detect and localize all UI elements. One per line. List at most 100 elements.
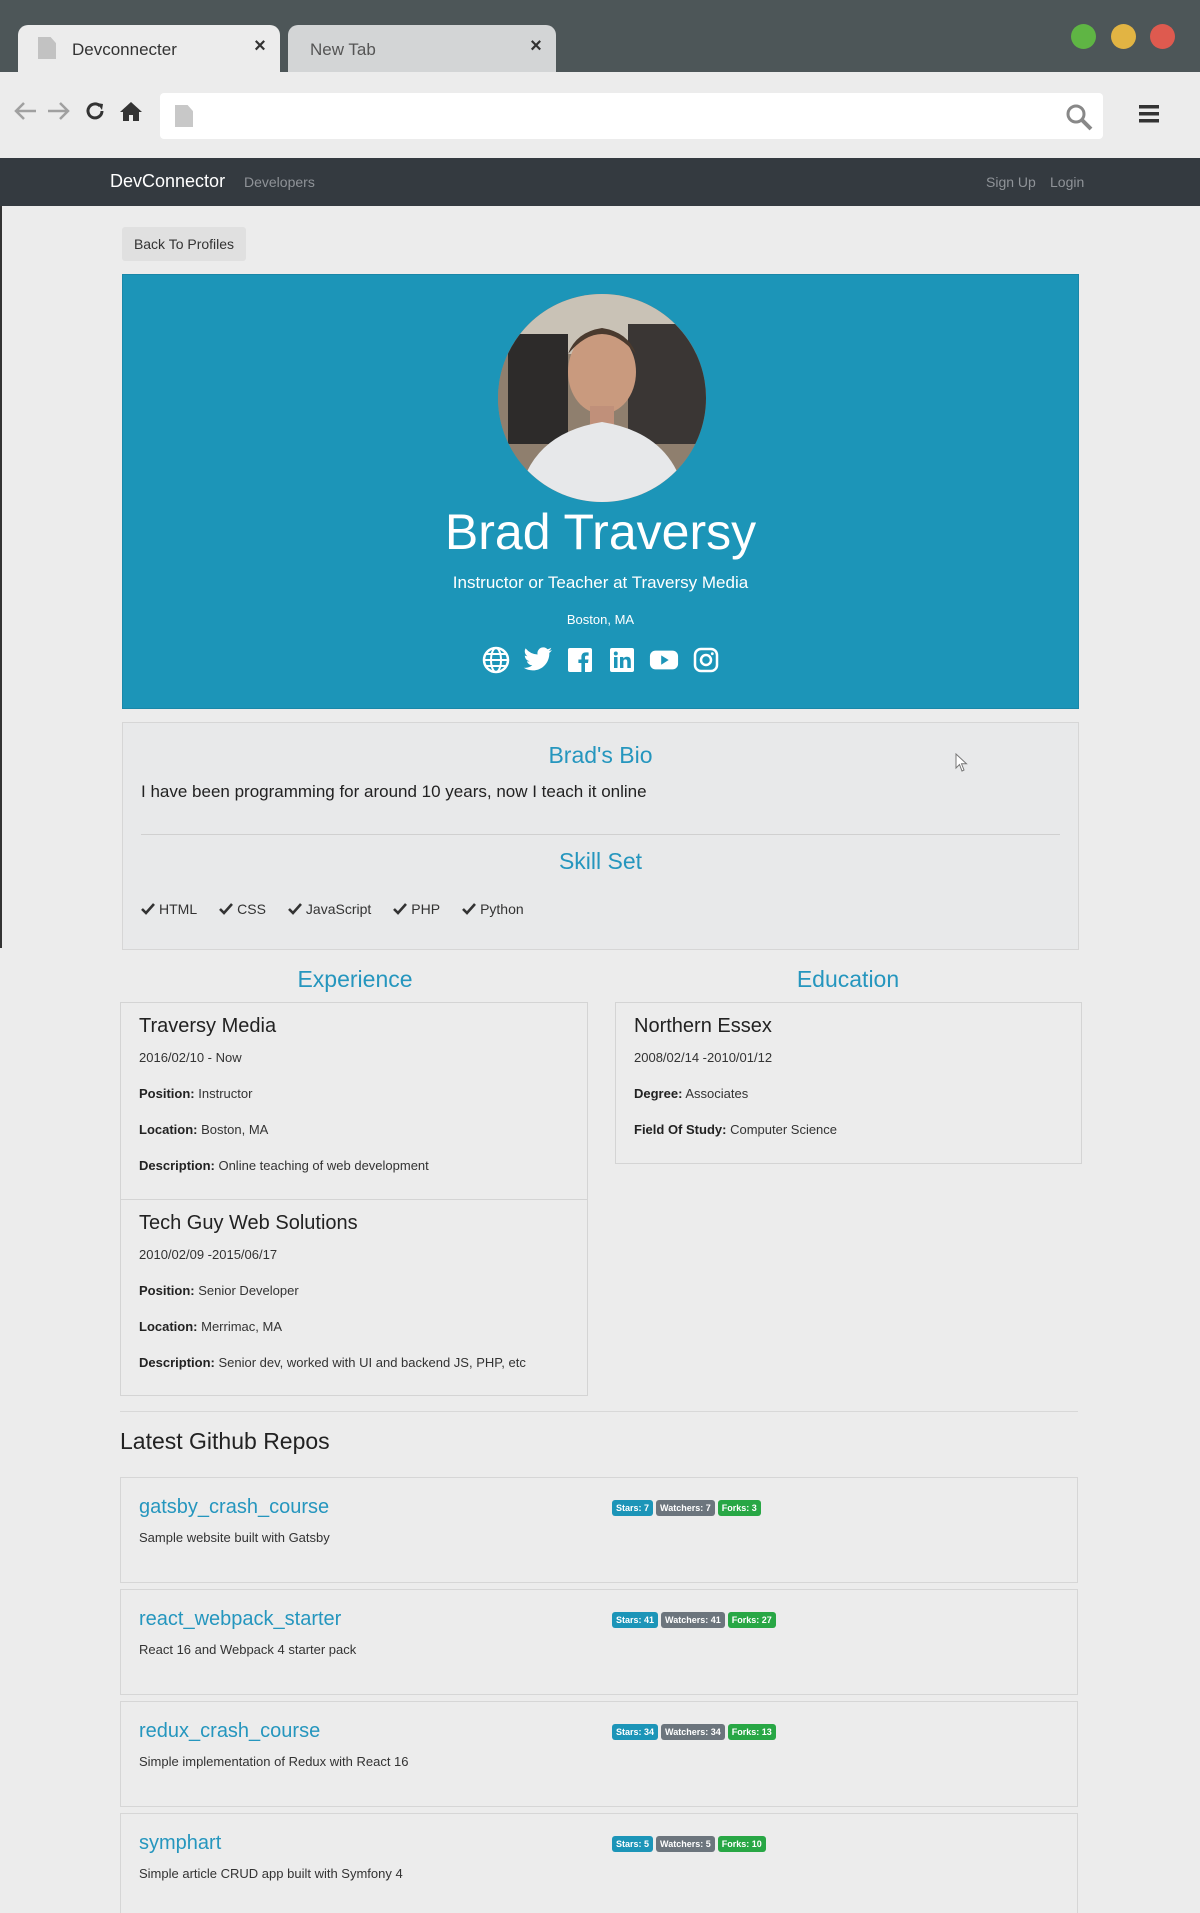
search-button[interactable]	[1065, 103, 1093, 131]
skill-label: HTML	[159, 901, 198, 917]
arrow-left-icon	[14, 102, 36, 120]
education-item: Northern Essex 2008/02/14 -2010/01/12 De…	[634, 1015, 1074, 1158]
skill-item: CSS	[219, 901, 266, 917]
nav-link-login[interactable]: Login	[1050, 174, 1084, 190]
skill-item: Python	[462, 901, 524, 917]
repo-description: React 16 and Webpack 4 starter pack	[139, 1642, 357, 1657]
skill-item: PHP	[393, 901, 440, 917]
search-icon	[1066, 104, 1093, 131]
watchers-badge: Watchers: 7	[656, 1500, 715, 1516]
instagram-link[interactable]	[691, 645, 721, 675]
repo-description: Sample website built with Gatsby	[139, 1530, 330, 1545]
address-bar[interactable]	[160, 93, 1103, 139]
education-card: Northern Essex 2008/02/14 -2010/01/12 De…	[615, 1002, 1082, 1164]
reload-button[interactable]	[80, 96, 110, 126]
facebook-link[interactable]	[565, 645, 595, 675]
skill-label: Python	[480, 901, 524, 917]
url-input[interactable]	[210, 101, 1010, 131]
stars-badge: Stars: 34	[612, 1724, 659, 1740]
tab-new-tab[interactable]: New Tab ×	[288, 25, 556, 72]
back-to-profiles-button[interactable]: Back To Profiles	[122, 227, 246, 261]
experience-item: Tech Guy Web Solutions 2010/02/09 -2015/…	[139, 1212, 579, 1391]
maximize-window-button[interactable]	[1071, 24, 1096, 49]
linkedin-link[interactable]	[607, 645, 637, 675]
divider	[141, 834, 1060, 835]
divider	[121, 1199, 587, 1200]
experience-company: Tech Guy Web Solutions	[139, 1212, 358, 1234]
education-dates: 2008/02/14 -2010/01/12	[634, 1050, 773, 1065]
stars-badge: Stars: 7	[612, 1500, 654, 1516]
nav-link-signup[interactable]: Sign Up	[986, 174, 1036, 190]
tab-title: New Tab	[310, 40, 376, 59]
skill-label: PHP	[411, 901, 441, 917]
experience-item: Traversy Media 2016/02/10 - Now Position…	[139, 1015, 579, 1194]
brand-link[interactable]: DevConnector	[110, 171, 225, 192]
experience-description: Description: Online teaching of web deve…	[139, 1158, 429, 1173]
skill-label: CSS	[237, 901, 266, 917]
watchers-badge: Watchers: 34	[661, 1724, 725, 1740]
social-links	[123, 645, 1078, 675]
experience-location: Location: Boston, MA	[139, 1122, 269, 1137]
repo-description: Simple implementation of Redux with Reac…	[139, 1754, 409, 1769]
arrow-right-icon	[48, 102, 70, 120]
experience-description: Description: Senior dev, worked with UI …	[139, 1355, 526, 1370]
repo-card: react_webpack_starter React 16 and Webpa…	[120, 1589, 1078, 1695]
website-link[interactable]	[481, 645, 511, 675]
profile-header: Brad Traversy Instructor or Teacher at T…	[122, 274, 1079, 709]
bio-heading: Brad's Bio	[548, 742, 653, 768]
facebook-icon	[567, 648, 592, 673]
close-tab-button[interactable]: ×	[250, 36, 270, 56]
forks-badge: Forks: 10	[717, 1836, 766, 1852]
education-heading: Education	[796, 966, 900, 992]
reload-icon	[86, 102, 104, 120]
stars-badge: Stars: 5	[612, 1836, 654, 1852]
skills-heading: Skill Set	[558, 848, 643, 874]
check-icon	[288, 903, 302, 915]
twitter-icon	[523, 647, 552, 671]
page-icon	[175, 105, 193, 127]
browser-menu-button[interactable]	[1137, 102, 1165, 130]
divider	[120, 1411, 1078, 1412]
avatar	[498, 294, 706, 502]
repo-link[interactable]: redux_crash_course	[139, 1720, 320, 1743]
repo-badges: Stars: 7 Watchers: 7 Forks: 3	[612, 1500, 761, 1516]
experience-dates: 2016/02/10 - Now	[139, 1050, 242, 1065]
experience-position: Position: Instructor	[139, 1086, 253, 1101]
home-button[interactable]	[116, 96, 146, 126]
repo-badges: Stars: 5 Watchers: 5 Forks: 10	[612, 1836, 766, 1852]
close-window-button[interactable]	[1150, 24, 1175, 49]
site-navbar: DevConnector Developers Sign Up Login	[0, 158, 1200, 206]
education-school: Northern Essex	[634, 1015, 772, 1037]
experience-company: Traversy Media	[139, 1015, 277, 1037]
skill-item: HTML	[141, 901, 197, 917]
repo-badges: Stars: 34 Watchers: 34 Forks: 13	[612, 1724, 776, 1740]
skill-list: HTML CSS JavaScript PHP Python	[141, 901, 524, 917]
repo-link[interactable]: gatsby_crash_course	[139, 1496, 329, 1519]
repo-card: redux_crash_course Simple implementation…	[120, 1701, 1078, 1807]
education-field: Field Of Study: Computer Science	[634, 1122, 838, 1137]
skill-label: JavaScript	[305, 901, 372, 917]
repo-link[interactable]: symphart	[139, 1832, 221, 1855]
youtube-icon	[649, 650, 678, 670]
profile-title: Instructor or Teacher at Traversy Media	[452, 573, 749, 592]
browser-toolbar	[0, 72, 1200, 158]
skill-item: JavaScript	[288, 901, 371, 917]
experience-dates: 2010/02/09 -2015/06/17	[139, 1247, 278, 1262]
nav-link-developers[interactable]: Developers	[244, 174, 315, 190]
watchers-badge: Watchers: 5	[656, 1836, 715, 1852]
forward-button[interactable]	[44, 96, 74, 126]
forks-badge: Forks: 27	[727, 1612, 776, 1628]
youtube-link[interactable]	[649, 645, 679, 675]
tab-devconnecter[interactable]: Devconnecter ×	[18, 25, 280, 72]
tab-title: Devconnecter	[72, 40, 177, 59]
twitter-link[interactable]	[523, 645, 553, 675]
close-tab-button[interactable]: ×	[526, 36, 546, 56]
repo-link[interactable]: react_webpack_starter	[139, 1608, 341, 1631]
check-icon	[462, 903, 477, 915]
back-button[interactable]	[10, 96, 40, 126]
linkedin-icon	[609, 648, 634, 672]
browser-titlebar: Devconnecter × New Tab ×	[0, 0, 1200, 72]
minimize-window-button[interactable]	[1111, 24, 1136, 49]
mouse-cursor-icon	[955, 753, 968, 772]
experience-card: Traversy Media 2016/02/10 - Now Position…	[120, 1002, 588, 1396]
